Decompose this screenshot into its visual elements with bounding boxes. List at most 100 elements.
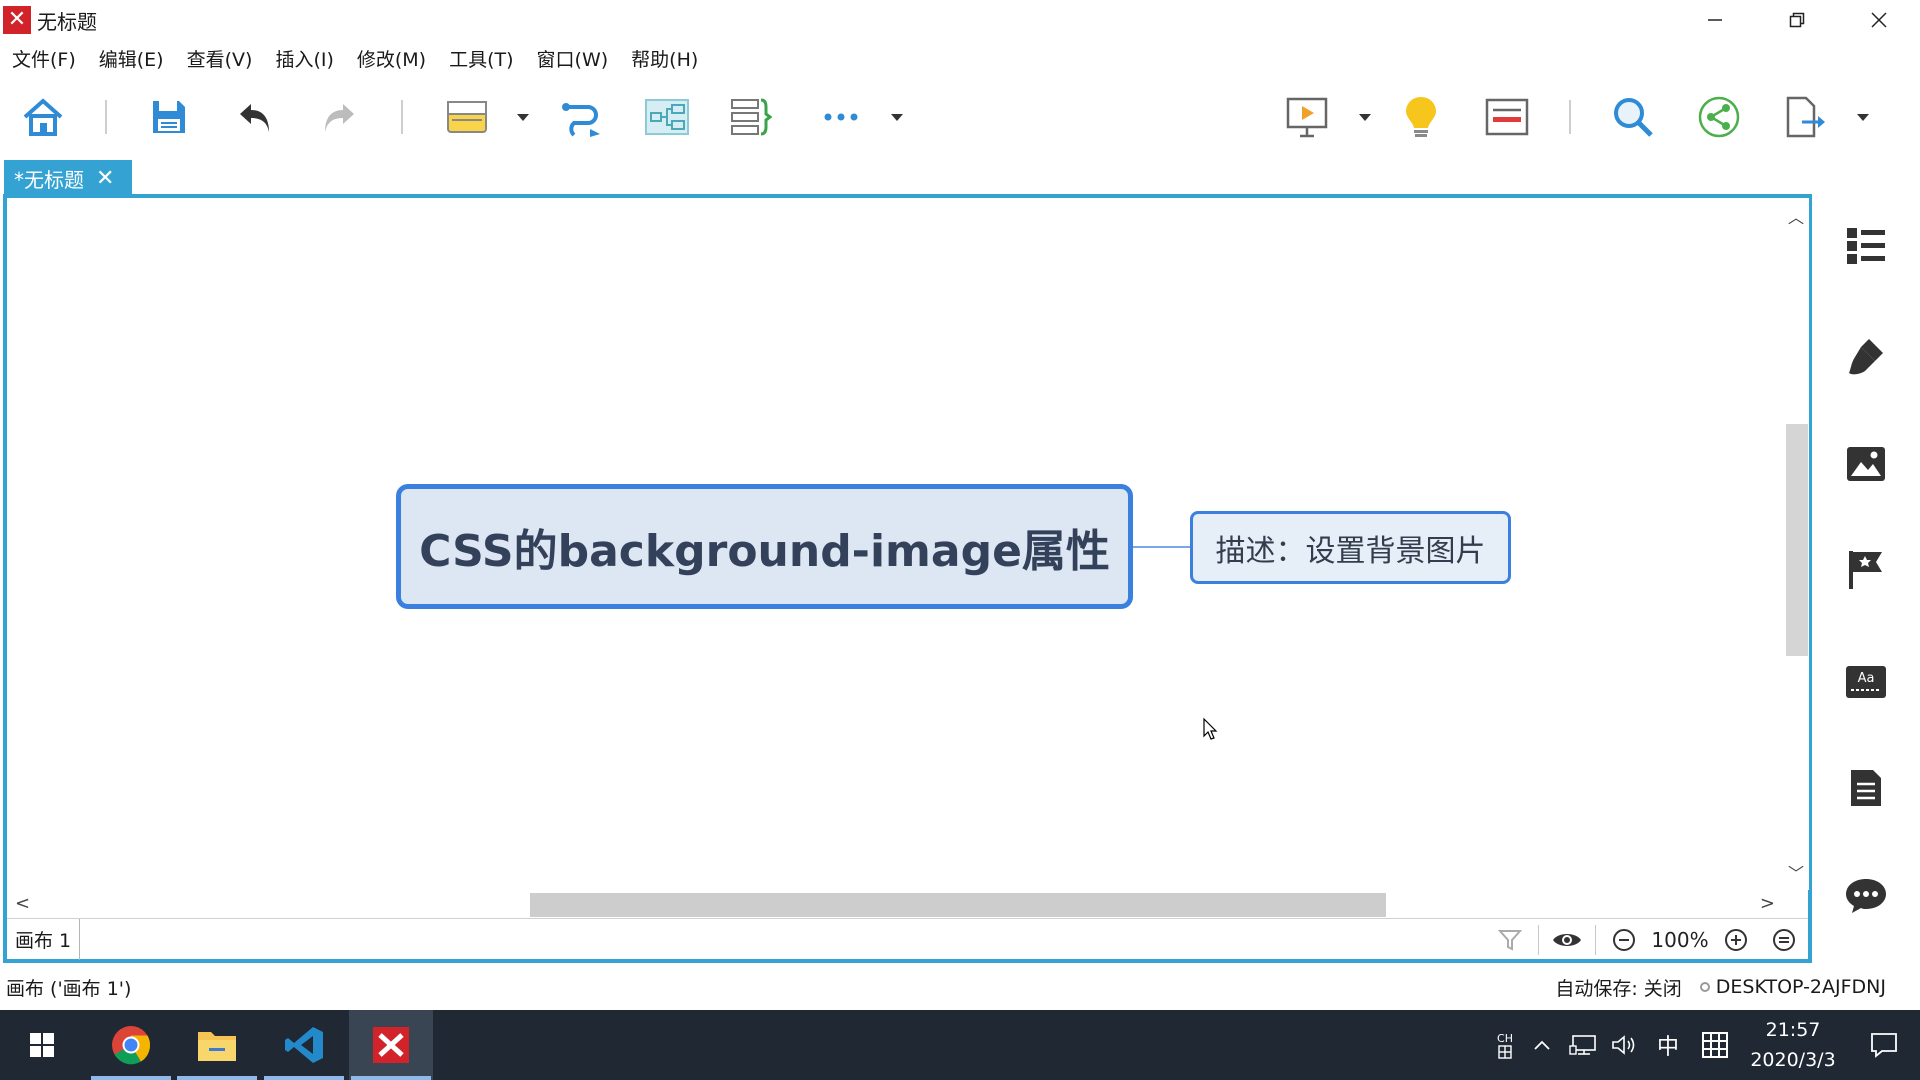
subtopic-label: 描述：设置背景图片 [1215,533,1486,569]
menu-window[interactable]: 窗口(W) [525,45,620,72]
image-icon[interactable] [1840,438,1892,490]
insert-topic-dropdown-icon[interactable] [508,84,538,150]
text-style-icon[interactable]: Aa [1840,656,1892,708]
toolbar-divider [401,100,403,134]
zoom-in-icon[interactable] [1712,919,1760,960]
editor-frame: CSS的background-image属性 描述：设置背景图片 ︿ ﹀ < >… [3,194,1812,963]
outline-list-icon[interactable] [1840,220,1892,272]
undo-icon[interactable] [230,84,280,150]
format-brush-icon[interactable] [1840,330,1892,382]
subtopic[interactable]: 描述：设置背景图片 [1190,511,1511,584]
scroll-right-icon[interactable]: > [1760,893,1775,914]
outline-icon[interactable] [1482,84,1532,150]
comment-icon[interactable] [1840,870,1892,922]
central-topic[interactable]: CSS的background-image属性 [396,484,1133,609]
menu-file[interactable]: 文件(F) [0,45,87,72]
zoom-level: 100% [1651,927,1709,952]
system-tray: CH 中 21:57 2020/3/3 [1488,1010,1920,1080]
start-icon[interactable] [0,1010,84,1080]
home-icon[interactable] [18,84,68,150]
ime-mode-icon[interactable]: CH [1488,1010,1522,1080]
running-indicator [177,1076,257,1080]
scroll-down-icon[interactable]: ﹀ [1783,860,1809,884]
menu-edit[interactable]: 编辑(E) [87,45,175,72]
title-bar: ✕ 无标题 [0,0,1920,40]
export-icon[interactable] [1780,84,1830,150]
structure-icon[interactable] [642,84,692,150]
share-icon[interactable] [1694,84,1744,150]
horizontal-scroll-thumb[interactable] [530,893,1386,917]
save-icon[interactable] [144,84,194,150]
window-title: 无标题 [37,9,97,34]
notes-icon[interactable] [1840,762,1892,814]
export-dropdown-icon[interactable] [1848,84,1878,150]
fit-map-icon[interactable] [1760,919,1808,960]
vscode-icon[interactable] [262,1010,346,1080]
horizontal-scrollbar[interactable]: < > [7,890,1783,918]
menu-view[interactable]: 查看(V) [175,45,264,72]
status-sheet-info: 画布 ('画布 1') [6,977,132,1000]
zoom-out-icon[interactable] [1600,919,1648,960]
chrome-icon[interactable] [89,1010,173,1080]
clock-time: 21:57 [1765,1019,1821,1041]
ime-language-indicator[interactable]: 中 [1644,1010,1692,1080]
menu-insert[interactable]: 插入(I) [263,45,344,72]
clock-date: 2020/3/3 [1750,1049,1836,1071]
filter-icon[interactable] [1486,919,1534,960]
xmind-icon[interactable] [349,1010,433,1080]
volume-icon[interactable] [1604,1010,1644,1080]
minimize-button[interactable] [1674,0,1756,40]
file-explorer-icon[interactable] [175,1010,259,1080]
vertical-scroll-thumb[interactable] [1786,424,1808,656]
sheet-bar: 画布 1 100% [7,918,1808,960]
tab-untitled[interactable]: *无标题 ✕ [4,160,132,196]
toolbar [0,84,1920,150]
restore-button[interactable] [1756,0,1838,40]
menu-bar: 文件(F) 编辑(E) 查看(V) 插入(I) 修改(M) 工具(T) 窗口(W… [0,42,709,74]
sheet-tab-label: 画布 1 [15,929,72,952]
mouse-cursor-icon [1203,718,1218,740]
presentation-icon[interactable] [1282,84,1332,150]
mindmap-canvas[interactable]: CSS的background-image属性 描述：设置背景图片 [7,198,1783,890]
toolbar-divider [105,100,107,134]
network-icon[interactable] [1562,1010,1604,1080]
notification-center-icon[interactable] [1848,1010,1920,1080]
window-controls [1674,0,1920,40]
menu-help[interactable]: 帮助(H) [619,45,709,72]
more-dropdown-icon[interactable] [882,84,912,150]
input-method-icon[interactable] [1692,1010,1738,1080]
relationship-icon[interactable] [556,84,606,150]
insert-topic-icon[interactable] [442,84,492,150]
redo-icon[interactable] [314,84,364,150]
eye-icon[interactable] [1543,919,1591,960]
central-topic-label: CSS的background-image属性 [419,525,1110,577]
more-icon[interactable] [816,84,866,150]
sheet-tab[interactable]: 画布 1 [7,918,81,960]
autosave-status[interactable]: 自动保存: 关闭 [1555,974,1681,1001]
close-button[interactable] [1838,0,1920,40]
summary-icon[interactable] [726,84,776,150]
svg-text:Aa: Aa [1858,671,1875,686]
zoom-controls: 100% [1486,919,1808,960]
show-hidden-icons-icon[interactable] [1522,1010,1562,1080]
menu-tools[interactable]: 工具(T) [437,45,524,72]
xmind-logo-icon: ✕ [3,6,31,34]
scroll-up-icon[interactable]: ︿ [1783,204,1809,228]
ime-small-label: CH [1497,1031,1513,1045]
menu-modify[interactable]: 修改(M) [345,45,437,72]
tab-close-icon[interactable]: ✕ [96,166,114,191]
running-indicator [264,1076,344,1080]
vertical-scrollbar[interactable]: ︿ ﹀ [1783,198,1809,890]
taskbar: CH 中 21:57 2020/3/3 [0,1010,1920,1080]
toolbar-divider [1569,100,1571,134]
tab-label: *无标题 [14,167,84,192]
status-right: 自动保存: 关闭 DESKTOP-2AJFDNJ [1555,966,1886,1008]
search-icon[interactable] [1608,84,1658,150]
marker-flag-icon[interactable] [1840,544,1892,596]
scroll-left-icon[interactable]: < [15,893,30,914]
clock[interactable]: 21:57 2020/3/3 [1738,1015,1848,1075]
zoom-divider [1538,924,1539,955]
idea-icon[interactable] [1396,84,1446,150]
connection-status-icon [1699,982,1710,992]
presentation-dropdown-icon[interactable] [1350,84,1380,150]
